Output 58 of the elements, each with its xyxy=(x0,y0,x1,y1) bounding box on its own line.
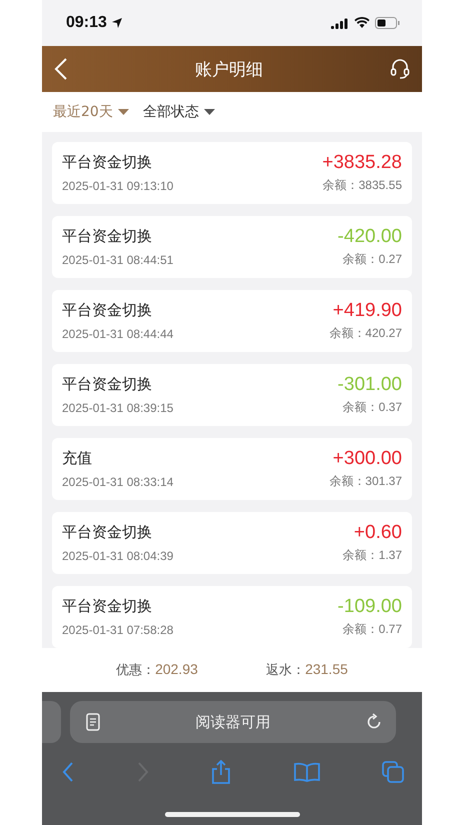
headset-icon[interactable] xyxy=(390,58,410,80)
status-time: 09:13 xyxy=(66,14,123,32)
record-time: 2025-01-31 07:58:28 xyxy=(62,622,174,637)
record-amount: +300.00 xyxy=(332,448,402,470)
record-balance: 余额：1.37 xyxy=(342,547,402,564)
reader-icon[interactable] xyxy=(86,713,100,731)
filter-dropdown[interactable]: 全部状态 xyxy=(142,103,215,121)
address-bar[interactable]: 阅读器可用 xyxy=(70,701,396,743)
caret-icon xyxy=(118,109,129,115)
book-icon[interactable] xyxy=(294,762,320,782)
caret-icon xyxy=(204,109,215,115)
share-icon[interactable] xyxy=(211,760,231,784)
record-title: 平台资金切换 xyxy=(62,597,153,616)
summary-value: 231.55 xyxy=(305,661,348,679)
record-time: 2025-01-31 08:39:15 xyxy=(62,400,174,415)
record-title: 充值 xyxy=(62,449,93,468)
record-title: 平台资金切换 xyxy=(62,375,153,394)
summary-value: 202.93 xyxy=(155,661,198,679)
record-time: 2025-01-31 09:13:10 xyxy=(62,178,174,193)
record-card[interactable]: 平台资金切换 -109.00 2025-01-31 07:58:28 余额：0.77 xyxy=(52,586,412,648)
tabs-icon[interactable] xyxy=(382,761,404,783)
record-time: 2025-01-31 08:44:51 xyxy=(62,252,174,267)
signal-icon xyxy=(331,18,349,28)
record-balance: 余额：0.27 xyxy=(342,251,402,268)
record-title: 平台资金切换 xyxy=(62,523,153,542)
record-time: 2025-01-31 08:44:44 xyxy=(62,326,174,341)
record-title: 平台资金切换 xyxy=(62,301,153,320)
record-time: 2025-01-31 08:33:14 xyxy=(62,474,174,489)
summary-label: 优惠：202.93 xyxy=(116,661,198,679)
record-card[interactable]: 充值 +300.00 2025-01-31 08:33:14 余额：301.37 xyxy=(52,438,412,500)
record-balance: 余额：420.27 xyxy=(329,325,402,342)
summary-label: 返水：231.55 xyxy=(266,661,348,679)
record-title: 平台资金切换 xyxy=(62,227,153,246)
battery-icon xyxy=(375,17,400,29)
tab-preview[interactable] xyxy=(42,701,61,743)
record-card[interactable]: 平台资金切换 +0.60 2025-01-31 08:04:39 余额：1.37 xyxy=(52,512,412,574)
record-title: 平台资金切换 xyxy=(62,153,153,172)
filter-dropdown[interactable]: 最近20天 xyxy=(53,103,129,121)
record-amount: -109.00 xyxy=(338,596,402,618)
address-text: 阅读器可用 xyxy=(196,712,270,732)
record-balance: 余额：301.37 xyxy=(329,473,402,490)
record-amount: -301.00 xyxy=(338,374,402,396)
record-amount: +3835.28 xyxy=(322,152,402,174)
record-amount: -420.00 xyxy=(338,226,402,248)
record-card[interactable]: 平台资金切换 -301.00 2025-01-31 08:39:15 余额：0.37 xyxy=(52,364,412,426)
reload-icon[interactable] xyxy=(366,713,382,731)
record-time: 2025-01-31 08:04:39 xyxy=(62,548,174,563)
record-balance: 余额：3835.55 xyxy=(322,177,402,194)
record-balance: 余额：0.77 xyxy=(342,621,402,638)
record-amount: +419.90 xyxy=(332,300,402,322)
record-amount: +0.60 xyxy=(354,522,402,544)
record-card[interactable]: 平台资金切换 +3835.28 2025-01-31 09:13:10 余额：3835.55 xyxy=(52,142,412,204)
page-title: 账户明细 xyxy=(195,58,263,80)
wifi-icon xyxy=(354,17,370,29)
record-card[interactable]: 平台资金切换 -420.00 2025-01-31 08:44:51 余额：0.27 xyxy=(52,216,412,278)
location-icon xyxy=(110,17,123,29)
record-card[interactable]: 平台资金切换 +419.90 2025-01-31 08:44:44 余额：420.27 xyxy=(52,290,412,352)
record-balance: 余额：0.37 xyxy=(342,399,402,416)
